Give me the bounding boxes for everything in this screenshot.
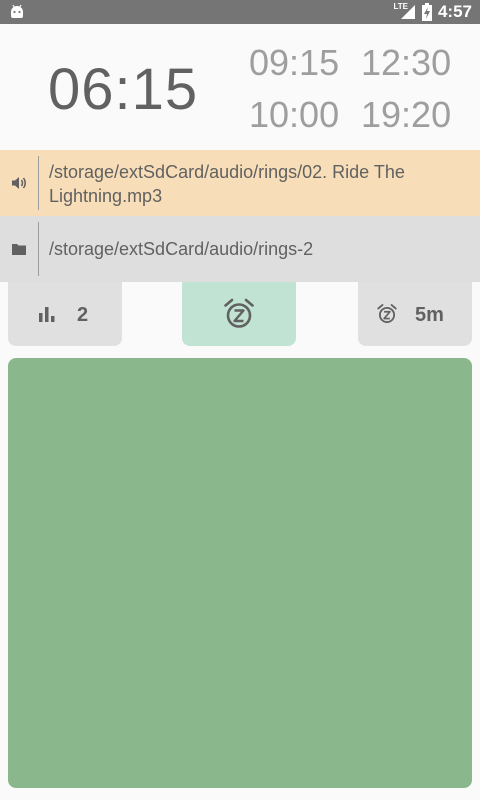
alarm-time[interactable]: 19:20 <box>361 94 451 136</box>
snooze-alarm-icon <box>377 304 397 323</box>
bar-chart-icon <box>39 307 55 322</box>
divider <box>38 222 39 276</box>
alarm-time[interactable]: 12:30 <box>361 42 451 84</box>
snooze-duration-button[interactable]: 5m <box>358 282 472 346</box>
volume-icon <box>12 177 26 189</box>
alarm-dismiss-panel[interactable] <box>8 358 472 788</box>
android-icon <box>11 4 23 18</box>
count-label: 2 <box>77 304 89 326</box>
battery-charging-icon <box>421 3 432 21</box>
snooze-duration-label: 5m <box>415 304 444 326</box>
status-bar: LTE 4:57 <box>0 0 480 24</box>
alarm-time[interactable]: 10:00 <box>249 94 339 136</box>
folder-icon <box>12 244 26 255</box>
sound-file-path: /storage/extSdCard/audio/rings/02. Ride … <box>49 162 405 206</box>
clock-area: 06:15 09:15 12:30 10:00 19:20 <box>0 24 480 150</box>
current-time[interactable]: 06:15 <box>48 56 198 123</box>
status-time: 4:57 <box>437 2 472 21</box>
snooze-alarm-icon <box>224 298 254 328</box>
alarm-time[interactable]: 09:15 <box>249 42 339 84</box>
folder-row[interactable]: /storage/extSdCard/audio/rings-2 <box>0 216 480 282</box>
snooze-button[interactable] <box>182 282 296 346</box>
signal-icon <box>400 5 415 19</box>
divider <box>38 156 39 210</box>
count-button[interactable]: 2 <box>8 282 122 346</box>
sound-file-row[interactable]: /storage/extSdCard/audio/rings/02. Ride … <box>0 150 480 216</box>
folder-path: /storage/extSdCard/audio/rings-2 <box>49 239 314 259</box>
